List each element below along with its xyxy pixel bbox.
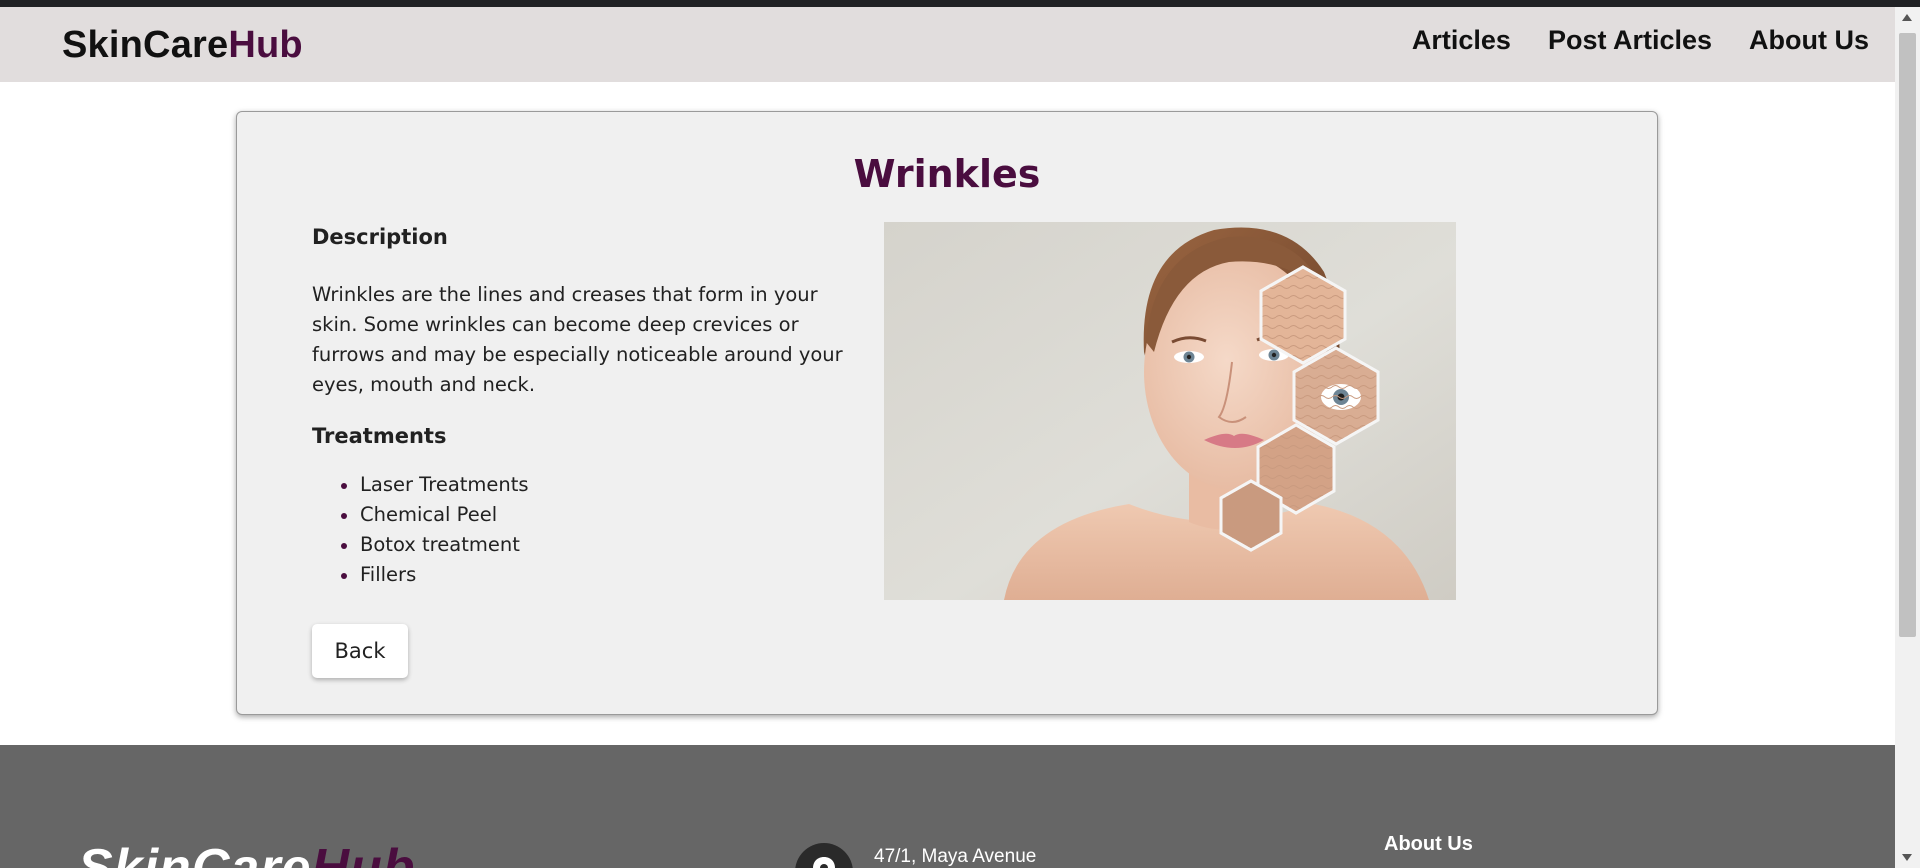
treatment-item: Laser Treatments: [341, 470, 872, 500]
footer-logo[interactable]: SkinCareHub: [78, 838, 416, 868]
nav-articles-link[interactable]: Articles: [1412, 25, 1511, 56]
browser-viewport: SkinCareHub Articles Post Articles About…: [0, 0, 1920, 868]
article-details: Description Wrinkles are the lines and c…: [312, 225, 872, 590]
footer-logo-text-skincare: SkinCare: [78, 839, 312, 868]
description-text: Wrinkles are the lines and creases that …: [312, 283, 843, 396]
article-title: Wrinkles: [853, 152, 1041, 196]
site-footer: SkinCareHub 47/1, Maya Avenue About Us: [0, 745, 1895, 868]
scroll-down-arrow-icon[interactable]: [1902, 854, 1912, 861]
scrollbar-thumb[interactable]: [1899, 33, 1916, 637]
nav-about-us-link[interactable]: About Us: [1749, 25, 1869, 56]
footer-about-heading[interactable]: About Us: [1384, 833, 1473, 856]
description-heading: Description: [312, 225, 448, 249]
back-button[interactable]: Back: [312, 624, 408, 678]
site-header: SkinCareHub Articles Post Articles About…: [0, 7, 1895, 82]
treatment-item: Fillers: [341, 560, 872, 590]
treatments-list: Laser Treatments Chemical Peel Botox tre…: [312, 470, 872, 590]
location-pin-icon: [795, 843, 853, 868]
article-card: Wrinkles Description Wrinkles are the li…: [236, 111, 1658, 715]
logo-text-skincare: SkinCare: [62, 24, 229, 66]
vertical-scrollbar[interactable]: [1895, 7, 1920, 868]
treatment-item: Botox treatment: [341, 530, 872, 560]
window-top-edge: [0, 0, 1920, 7]
logo-text-hub: Hub: [228, 24, 303, 66]
treatment-item: Chemical Peel: [341, 500, 872, 530]
nav-post-articles-link[interactable]: Post Articles: [1548, 25, 1712, 56]
article-image: [884, 222, 1456, 600]
main-nav: Articles Post Articles About Us: [1412, 25, 1869, 56]
site-logo[interactable]: SkinCareHub: [62, 24, 303, 67]
footer-logo-text-hub: Hub: [311, 839, 416, 868]
scroll-up-arrow-icon[interactable]: [1902, 14, 1912, 21]
treatments-heading: Treatments: [312, 424, 447, 448]
footer-address: 47/1, Maya Avenue: [874, 846, 1037, 867]
